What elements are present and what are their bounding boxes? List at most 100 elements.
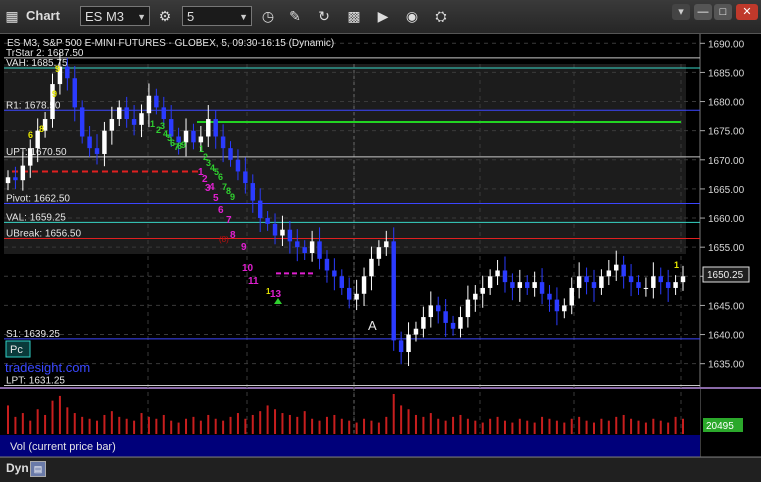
app-title: Chart bbox=[26, 8, 60, 23]
volume-bar bbox=[422, 416, 425, 434]
volume-bar bbox=[274, 409, 277, 434]
candle-body bbox=[317, 241, 322, 259]
marker-one: 1 bbox=[674, 260, 679, 270]
candle-body bbox=[673, 282, 678, 288]
statusbar-icon[interactable]: ▤ bbox=[30, 461, 46, 477]
seq-paren-label: (8) bbox=[219, 235, 229, 244]
candle-body bbox=[539, 282, 545, 294]
volume-bar bbox=[503, 420, 506, 434]
snapshot-icon[interactable]: ◉ bbox=[402, 6, 422, 26]
candle-body bbox=[547, 293, 552, 300]
volume-bar bbox=[385, 416, 388, 434]
y-tick-label: 1665.00 bbox=[708, 185, 745, 196]
candle-body bbox=[265, 218, 270, 224]
clock-icon[interactable]: ◷ bbox=[258, 6, 278, 26]
interval-select[interactable]: 5 ▼ bbox=[182, 6, 252, 26]
seq-magenta-label: 4 bbox=[209, 182, 215, 193]
candle-body bbox=[562, 305, 567, 312]
symbol-select[interactable]: ES M3 ▼ bbox=[80, 6, 150, 26]
interval-value: 5 bbox=[187, 9, 195, 24]
volume-bar bbox=[281, 413, 284, 434]
volume-bar bbox=[615, 416, 618, 434]
settings-icon[interactable]: ⛭ bbox=[431, 6, 451, 26]
maximize-icon[interactable]: □ bbox=[714, 4, 732, 20]
volume-bar bbox=[474, 420, 477, 434]
window-menu-icon[interactable]: ▦ bbox=[2, 6, 22, 26]
seq-green-label: 9 bbox=[181, 140, 186, 150]
volume-bar bbox=[630, 418, 633, 434]
candle-body bbox=[636, 282, 641, 288]
candle-body bbox=[525, 282, 530, 288]
price-chart[interactable]: TrStar 2: 1687.50VAH: 1685.75R1: 1678.50… bbox=[0, 34, 761, 457]
level-label: VAL: 1659.25 bbox=[6, 212, 66, 223]
candle-body bbox=[599, 276, 604, 288]
close-icon[interactable]: ✕ bbox=[736, 4, 758, 20]
level-label: Pivot: 1662.50 bbox=[6, 193, 70, 204]
seq-magenta-label: 8 bbox=[230, 230, 236, 241]
play-icon[interactable]: ▶ bbox=[373, 6, 393, 26]
candle-body bbox=[287, 229, 293, 242]
gear-icon[interactable]: ⚙ bbox=[155, 6, 175, 26]
volume-bar bbox=[355, 422, 358, 434]
refresh-icon[interactable]: ↻ bbox=[314, 6, 334, 26]
y-tick-label: 1670.00 bbox=[708, 156, 745, 167]
chart-title: ES M3, S&P 500 E-MINI FUTURES - GLOBEX, … bbox=[7, 38, 334, 49]
volume-bar bbox=[103, 414, 106, 434]
pencil-icon[interactable]: ✎ bbox=[285, 6, 305, 26]
candle-body bbox=[146, 95, 152, 114]
candle-body bbox=[346, 287, 352, 300]
volume-bar bbox=[318, 420, 321, 434]
volume-bar bbox=[607, 420, 610, 434]
y-tick-label: 1685.00 bbox=[708, 68, 745, 79]
candle-body bbox=[532, 282, 537, 288]
volume-bar bbox=[622, 414, 625, 434]
volume-bar bbox=[110, 411, 113, 434]
volume-bar bbox=[251, 414, 254, 434]
candle-body bbox=[643, 287, 649, 289]
volume-bar bbox=[147, 416, 150, 434]
volume-bar bbox=[14, 416, 17, 434]
volume-bar bbox=[288, 414, 291, 434]
candle-body bbox=[131, 119, 137, 125]
seq-green-label: 1 bbox=[150, 119, 155, 129]
level-label: UPT: 1670.50 bbox=[6, 147, 67, 158]
watermark: tradesight.com bbox=[5, 360, 90, 375]
candle-body bbox=[495, 270, 500, 277]
volume-bar bbox=[659, 420, 662, 434]
candle-body bbox=[354, 293, 359, 300]
volume-bar bbox=[58, 395, 61, 434]
candle-body bbox=[302, 247, 307, 253]
volume-bar bbox=[21, 413, 24, 434]
candle-body bbox=[102, 130, 107, 154]
minimize-icon[interactable]: — bbox=[694, 4, 712, 20]
candle-body bbox=[458, 317, 463, 329]
volume-bar bbox=[266, 405, 269, 434]
candle-body bbox=[606, 270, 612, 277]
seq-top-label: 9 bbox=[55, 64, 60, 74]
data-window-icon[interactable]: ▩ bbox=[344, 6, 364, 26]
volume-value: 20495 bbox=[706, 421, 734, 432]
pc-badge[interactable]: Pc bbox=[10, 344, 23, 356]
volume-bar bbox=[452, 416, 455, 434]
candle-body bbox=[161, 107, 166, 120]
level-label: LPT: 1631.25 bbox=[6, 376, 65, 387]
volume-bar bbox=[155, 418, 158, 434]
candle-body bbox=[621, 264, 626, 277]
candle-body bbox=[20, 165, 26, 181]
dyn-label[interactable]: Dyn bbox=[6, 461, 29, 475]
volume-bar bbox=[133, 420, 136, 434]
candle-body bbox=[13, 177, 18, 181]
seq-green-label: 9 bbox=[230, 192, 235, 202]
volume-bar bbox=[682, 418, 684, 434]
volume-label: Vol (current price bar) bbox=[10, 441, 116, 453]
window-menu-button[interactable]: ▾ bbox=[672, 4, 690, 20]
seq-magenta-label: 7 bbox=[226, 215, 232, 226]
candle-body bbox=[324, 258, 330, 271]
candle-body bbox=[391, 241, 396, 341]
volume-bar bbox=[96, 420, 99, 434]
volume-bar bbox=[236, 413, 239, 434]
volume-bar bbox=[400, 405, 403, 434]
candle-body bbox=[72, 78, 77, 108]
candle-body bbox=[569, 287, 574, 306]
session-shade bbox=[4, 64, 686, 254]
